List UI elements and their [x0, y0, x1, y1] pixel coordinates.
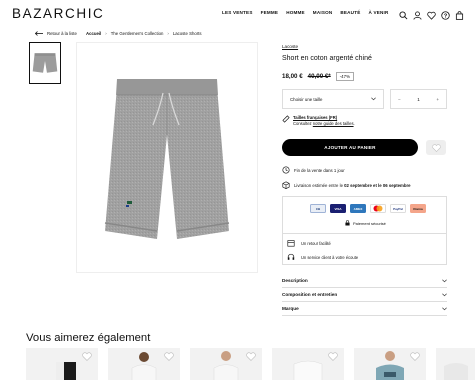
- quantity-stepper: − 1 +: [390, 89, 447, 109]
- sale-end-info: Fin de la vente dans 1 jour: [282, 166, 345, 174]
- service-returns: Un retour facilité: [287, 239, 331, 247]
- chevron-down-icon: [371, 97, 376, 101]
- lock-icon: [345, 220, 350, 226]
- product-thumbnail[interactable]: [29, 42, 61, 84]
- breadcrumb: Accueil › The Gentlemen's Collection › L…: [86, 31, 202, 36]
- services-box: Un retour facilité Un service client à v…: [282, 234, 447, 265]
- quantity-value: 1: [417, 96, 420, 102]
- accordion-composition-label: Composition et entretien: [282, 292, 338, 297]
- klarna-logo: Klarna: [410, 204, 426, 213]
- heart-icon[interactable]: [82, 352, 92, 361]
- recommendation-card[interactable]: [108, 348, 180, 380]
- package-icon: [282, 181, 290, 189]
- main-nav: LES VENTES FEMME HOMME MAISON BEAUTÉ À V…: [222, 10, 389, 15]
- heart-icon: [431, 143, 441, 152]
- nav-item-les-ventes[interactable]: LES VENTES: [222, 10, 253, 15]
- mastercard-icon: [373, 205, 383, 212]
- old-price: 40,00 €*: [307, 73, 331, 80]
- heart-icon[interactable]: [427, 7, 436, 20]
- user-icon[interactable]: [413, 7, 422, 20]
- bag-icon[interactable]: [455, 7, 464, 20]
- help-icon[interactable]: ?: [441, 7, 450, 20]
- recommendation-card[interactable]: [26, 348, 98, 380]
- delivery-text: Livraison estimée entre le 02 septembre …: [294, 182, 411, 188]
- return-box-icon: [287, 240, 295, 247]
- size-select[interactable]: Choisir une taille: [282, 89, 384, 109]
- accordion-brand[interactable]: Marque: [282, 302, 447, 316]
- breadcrumb-separator: ›: [167, 31, 169, 36]
- clock-icon: [282, 166, 290, 174]
- size-guide-title[interactable]: Tailles françaises (FR): [293, 115, 355, 120]
- accordion-description-label: Description: [282, 278, 308, 283]
- arrow-left-icon: [35, 31, 43, 36]
- accordion-brand-label: Marque: [282, 306, 299, 311]
- accordion-description[interactable]: Description: [282, 274, 447, 288]
- payment-methods: CB VISA AMEX PayPal Klarna Paiement sécu…: [282, 196, 447, 234]
- add-to-cart-button[interactable]: AJOUTER AU PANIER: [282, 139, 418, 156]
- current-price: 18,00 €: [282, 73, 303, 80]
- accordion-composition[interactable]: Composition et entretien: [282, 288, 447, 302]
- recommendation-card[interactable]: [272, 348, 344, 380]
- heart-icon[interactable]: [246, 352, 256, 361]
- sale-end-text: Fin de la vente dans 1 jour: [294, 167, 345, 173]
- nav-item-homme[interactable]: HOMME: [286, 10, 305, 15]
- visa-logo: VISA: [330, 204, 346, 213]
- price-block: 18,00 € 40,00 €* -47%: [282, 72, 354, 81]
- svg-text:?: ?: [444, 13, 447, 19]
- recommendation-card[interactable]: [354, 348, 426, 380]
- delivery-info: Livraison estimée entre le 02 septembre …: [282, 181, 411, 189]
- size-guide-text: Consultez notre guide des tailles.: [293, 121, 355, 126]
- heart-icon[interactable]: [164, 352, 174, 361]
- chevron-down-icon: [442, 307, 447, 310]
- chevron-down-icon: [442, 279, 447, 282]
- mastercard-logo: [370, 204, 386, 213]
- shorts-image: [104, 78, 230, 239]
- nav-item-femme[interactable]: FEMME: [261, 10, 279, 15]
- breadcrumb-separator: ›: [105, 31, 107, 36]
- product-title: Short en coton argenté chiné: [282, 55, 372, 62]
- nav-item-a-venir[interactable]: À VENIR: [368, 10, 388, 15]
- paypal-logo: PayPal: [390, 204, 406, 213]
- secure-payment: Paiement sécurisé: [345, 220, 386, 226]
- back-label: Retour à la liste: [47, 31, 77, 36]
- recommendation-card[interactable]: [436, 348, 475, 380]
- product-brand-link[interactable]: Lacoste: [282, 44, 298, 49]
- size-guide-link[interactable]: notre guide des tailles: [313, 121, 354, 126]
- ruler-icon: [282, 115, 290, 123]
- recommendation-card[interactable]: [190, 348, 262, 380]
- search-icon[interactable]: [399, 7, 408, 20]
- heart-icon[interactable]: [410, 352, 420, 361]
- quantity-decrease-button[interactable]: −: [398, 97, 401, 102]
- secure-payment-label: Paiement sécurisé: [353, 220, 386, 226]
- product-image: [444, 363, 468, 380]
- chevron-down-icon: [442, 293, 447, 296]
- site-logo[interactable]: BAZARCHIC: [12, 6, 104, 21]
- size-guide: Tailles françaises (FR) Consultez notre …: [282, 115, 355, 126]
- size-select-label: Choisir une taille: [290, 96, 323, 102]
- headset-icon: [287, 253, 295, 260]
- service-support: Un service client à votre écoute: [287, 253, 358, 261]
- recommendations-title: Vous aimerez également: [26, 332, 151, 344]
- product-main-image[interactable]: [76, 42, 258, 273]
- service-support-label: Un service client à votre écoute: [301, 254, 359, 260]
- nav-item-beaute[interactable]: BEAUTÉ: [340, 10, 360, 15]
- back-to-list-link[interactable]: Retour à la liste: [35, 31, 77, 36]
- cb-logo: CB: [310, 204, 326, 213]
- breadcrumb-home[interactable]: Accueil: [86, 31, 101, 36]
- discount-badge: -47%: [335, 72, 354, 81]
- header-icons: ?: [399, 7, 464, 20]
- shorts-thumbnail-image: [32, 53, 58, 73]
- quantity-increase-button[interactable]: +: [436, 97, 439, 102]
- nav-item-maison[interactable]: MAISON: [313, 10, 333, 15]
- wishlist-button[interactable]: [426, 140, 446, 155]
- amex-logo: AMEX: [350, 204, 366, 213]
- delivery-dates: 02 septembre et le 06 septembre: [344, 182, 411, 188]
- breadcrumb-current: Lacoste Shorts: [172, 31, 202, 36]
- breadcrumb-collection[interactable]: The Gentlemen's Collection: [111, 31, 164, 36]
- heart-icon[interactable]: [328, 352, 338, 361]
- service-returns-label: Un retour facilité: [301, 240, 331, 246]
